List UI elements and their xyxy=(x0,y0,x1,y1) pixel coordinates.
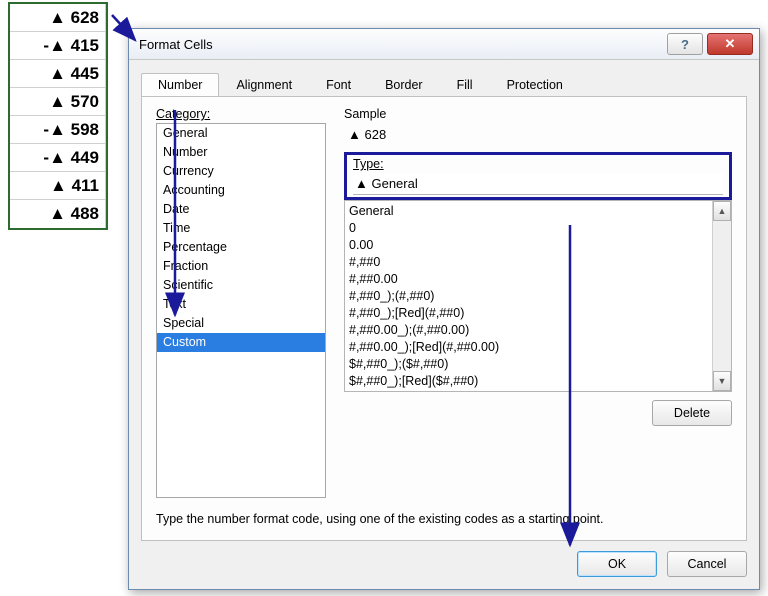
category-item[interactable]: Number xyxy=(157,143,325,162)
tab-number[interactable]: Number xyxy=(141,73,219,97)
type-group-highlight: Type: xyxy=(344,152,732,200)
cell[interactable]: ▲ 628 xyxy=(10,4,106,32)
cell[interactable]: -▲ 598 xyxy=(10,116,106,144)
category-item[interactable]: General xyxy=(157,124,325,143)
format-code-item[interactable]: #,##0.00_);[Red](#,##0.00) xyxy=(349,339,708,356)
tab-border[interactable]: Border xyxy=(368,73,440,97)
scroll-up-icon[interactable]: ▲ xyxy=(713,201,731,221)
category-item[interactable]: Fraction xyxy=(157,257,325,276)
sample-label: Sample xyxy=(344,107,732,121)
format-cells-dialog: Format Cells ? ✕ Number Alignment Font B… xyxy=(128,28,760,590)
dialog-title: Format Cells xyxy=(139,37,667,52)
scroll-down-icon[interactable]: ▼ xyxy=(713,371,731,391)
tab-alignment[interactable]: Alignment xyxy=(219,73,309,97)
type-label: Type: xyxy=(353,157,723,171)
cell[interactable]: ▲ 570 xyxy=(10,88,106,116)
cell[interactable]: -▲ 415 xyxy=(10,32,106,60)
number-panel: Category: General Number Currency Accoun… xyxy=(141,96,747,541)
format-code-item[interactable]: #,##0.00_);(#,##0.00) xyxy=(349,322,708,339)
cancel-button[interactable]: Cancel xyxy=(667,551,747,577)
format-code-item[interactable]: General xyxy=(349,203,708,220)
hint-text: Type the number format code, using one o… xyxy=(156,498,732,530)
scroll-track[interactable] xyxy=(713,221,731,371)
selected-range[interactable]: ▲ 628 -▲ 415 ▲ 445 ▲ 570 -▲ 598 -▲ 449 ▲… xyxy=(8,2,108,230)
category-label: Category: xyxy=(156,107,326,121)
category-item[interactable]: Accounting xyxy=(157,181,325,200)
format-code-item[interactable]: $#,##0_);($#,##0) xyxy=(349,356,708,373)
tab-font[interactable]: Font xyxy=(309,73,368,97)
help-icon: ? xyxy=(681,37,689,52)
category-item-selected[interactable]: Custom xyxy=(157,333,325,352)
format-code-item[interactable]: #,##0.00 xyxy=(349,271,708,288)
help-button[interactable]: ? xyxy=(667,33,703,55)
close-icon: ✕ xyxy=(725,36,736,52)
delete-button[interactable]: Delete xyxy=(652,400,732,426)
type-input[interactable] xyxy=(353,173,723,195)
format-code-listbox[interactable]: General 0 0.00 #,##0 #,##0.00 #,##0_);(#… xyxy=(345,201,712,391)
format-code-item[interactable]: 0 xyxy=(349,220,708,237)
format-code-item[interactable]: #,##0_);(#,##0) xyxy=(349,288,708,305)
dialog-titlebar[interactable]: Format Cells ? ✕ xyxy=(129,29,759,60)
category-item[interactable]: Scientific xyxy=(157,276,325,295)
format-code-item[interactable]: $#,##0_);[Red]($#,##0) xyxy=(349,373,708,390)
sample-value: ▲ 628 xyxy=(344,121,732,152)
category-item[interactable]: Text xyxy=(157,295,325,314)
category-listbox[interactable]: General Number Currency Accounting Date … xyxy=(156,123,326,498)
tab-protection[interactable]: Protection xyxy=(490,73,580,97)
category-item[interactable]: Date xyxy=(157,200,325,219)
tab-fill[interactable]: Fill xyxy=(440,73,490,97)
format-code-item[interactable]: #,##0 xyxy=(349,254,708,271)
category-item[interactable]: Currency xyxy=(157,162,325,181)
category-item[interactable]: Percentage xyxy=(157,238,325,257)
ok-button[interactable]: OK xyxy=(577,551,657,577)
cell[interactable]: ▲ 445 xyxy=(10,60,106,88)
tab-strip: Number Alignment Font Border Fill Protec… xyxy=(129,60,759,96)
category-item[interactable]: Special xyxy=(157,314,325,333)
format-code-item[interactable]: 0.00 xyxy=(349,237,708,254)
close-button[interactable]: ✕ xyxy=(707,33,753,55)
format-scrollbar[interactable]: ▲ ▼ xyxy=(712,201,731,391)
cell[interactable]: -▲ 449 xyxy=(10,144,106,172)
category-item[interactable]: Time xyxy=(157,219,325,238)
cell[interactable]: ▲ 488 xyxy=(10,200,106,228)
format-code-item[interactable]: #,##0_);[Red](#,##0) xyxy=(349,305,708,322)
cell[interactable]: ▲ 411 xyxy=(10,172,106,200)
